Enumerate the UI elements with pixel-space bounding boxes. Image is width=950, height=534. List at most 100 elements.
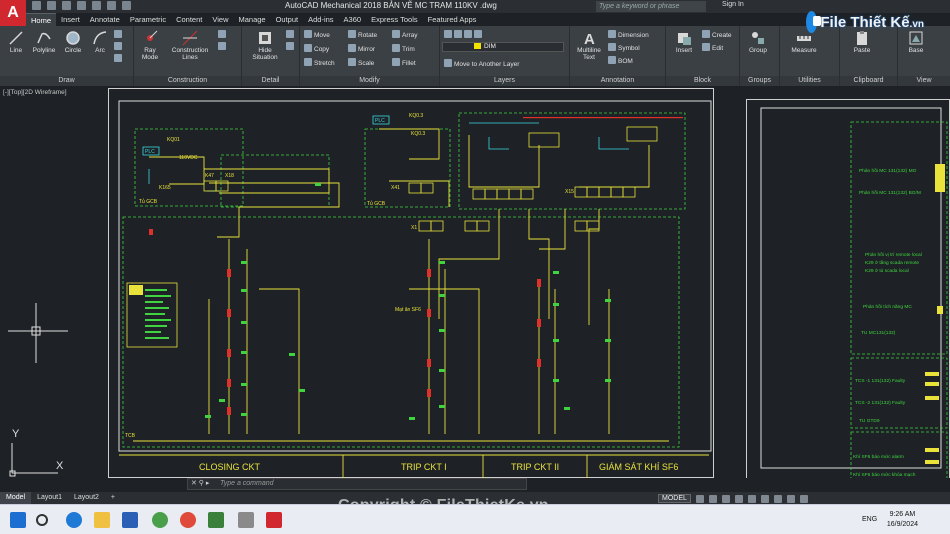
grid-icon[interactable] [695, 494, 704, 503]
bom-button[interactable]: BOM [608, 56, 633, 66]
lineweight-icon[interactable] [760, 494, 769, 503]
tab-home[interactable]: Home [26, 13, 57, 26]
annotation-scale-icon[interactable] [773, 494, 782, 503]
tab-insert[interactable]: Insert [56, 13, 85, 26]
tab-manage[interactable]: Manage [233, 13, 270, 26]
tab-featured-apps[interactable]: Featured Apps [423, 13, 482, 26]
chrome-icon[interactable] [180, 512, 196, 528]
app-green-icon[interactable] [152, 512, 168, 528]
edge-browser-icon[interactable] [66, 512, 82, 528]
xline-icon[interactable] [218, 30, 228, 40]
command-input[interactable]: Type a command [220, 480, 274, 487]
customize-icon[interactable] [799, 494, 808, 503]
print-icon[interactable] [92, 1, 101, 10]
search-icon[interactable] [36, 514, 48, 526]
undo-icon[interactable] [107, 1, 116, 10]
rectangle-icon[interactable] [114, 30, 124, 40]
create-block-button[interactable]: Create [702, 30, 732, 40]
block-panel-title[interactable]: Block [666, 76, 739, 86]
start-windows-icon[interactable] [10, 512, 26, 528]
draw-panel-title[interactable]: Draw [0, 76, 133, 86]
hide-situation-button[interactable]: Hide Situation [246, 30, 284, 61]
save-icon[interactable] [62, 1, 71, 10]
ray-mode-button[interactable]: Ray Mode [138, 30, 162, 61]
polar-icon[interactable] [734, 494, 743, 503]
construction-panel-title[interactable]: Construction [134, 76, 241, 86]
construction-lines-button[interactable]: Construction Lines [166, 30, 214, 61]
fillet-button[interactable]: Fillet [392, 58, 416, 68]
offset-icon[interactable] [218, 42, 228, 52]
symbol-button[interactable]: Symbol [608, 43, 640, 53]
trim-button[interactable]: Trim [392, 44, 415, 54]
copy-button[interactable]: Copy [304, 44, 329, 54]
groups-panel-title[interactable]: Groups [740, 76, 779, 86]
tab-express-tools[interactable]: Express Tools [366, 13, 423, 26]
rotate-button[interactable]: Rotate [348, 30, 377, 40]
annotation-panel-title[interactable]: Annotation [570, 76, 665, 86]
paint-icon[interactable] [238, 512, 254, 528]
dimension-button[interactable]: Dimension [608, 30, 649, 40]
layers-panel-title[interactable]: Layers [440, 76, 569, 86]
osnap-icon[interactable] [747, 494, 756, 503]
tab-add-ins[interactable]: Add-ins [303, 13, 338, 26]
layer-dropdown[interactable]: DIM [442, 42, 564, 52]
workspace-icon[interactable] [786, 494, 795, 503]
modify-panel-title[interactable]: Modify [300, 76, 439, 86]
array-button[interactable]: Array [392, 30, 418, 40]
group-button[interactable]: Group [744, 30, 772, 54]
command-line[interactable]: ✕ ⚲ ▸ Type a command [187, 478, 527, 490]
photos-icon[interactable] [208, 512, 224, 528]
multiline-text-button[interactable]: A Multiline Text [572, 30, 606, 61]
insert-block-button[interactable]: Insert [670, 30, 698, 54]
detail-tool-icon[interactable] [286, 30, 296, 40]
tab-layout2[interactable]: Layout2 [68, 492, 105, 504]
edit-block-button[interactable]: Edit [702, 43, 723, 53]
move-to-layer-button[interactable]: Move to Another Layer [444, 59, 519, 69]
line-button[interactable]: Line [4, 30, 28, 54]
tab-output[interactable]: Output [271, 13, 304, 26]
autocad-taskbar-icon[interactable] [266, 512, 282, 528]
arc-icon [93, 31, 107, 45]
search-input[interactable]: Type a keyword or phrase [596, 1, 706, 12]
new-icon[interactable] [32, 1, 41, 10]
clipboard-panel-title[interactable]: Clipboard [840, 76, 897, 86]
tab-annotate[interactable]: Annotate [85, 13, 125, 26]
model-space-toggle[interactable]: MODEL [658, 494, 691, 503]
circle-button[interactable]: Circle [60, 30, 86, 54]
save-as-icon[interactable] [77, 1, 86, 10]
tab-model[interactable]: Model [0, 492, 32, 504]
utilities-panel-title[interactable]: Utilities [780, 76, 839, 86]
add-layout-icon[interactable]: + [105, 492, 121, 504]
tab-content[interactable]: Content [171, 13, 207, 26]
more-draw-icon[interactable] [114, 54, 124, 64]
hatch-icon[interactable] [114, 42, 124, 52]
system-clock[interactable]: 9:26 AM 16/9/2024 [887, 510, 918, 530]
layer-properties-icon[interactable] [444, 30, 484, 40]
view-panel-title[interactable]: View [898, 76, 950, 86]
tab-a360[interactable]: A360 [339, 13, 367, 26]
arc-button[interactable]: Arc [88, 30, 112, 54]
ortho-icon[interactable] [721, 494, 730, 503]
stretch-button[interactable]: Stretch [304, 58, 335, 68]
polyline-button[interactable]: Polyline [28, 30, 60, 54]
sign-in-link[interactable]: Sign In [722, 1, 744, 8]
drawing-canvas[interactable]: [-][Top][2D Wireframe] PLC PLC KQ01 KQ0.… [0, 87, 950, 478]
move-button[interactable]: Move [304, 30, 330, 40]
viewport-label[interactable]: [-][Top][2D Wireframe] [3, 89, 67, 96]
word-icon[interactable] [122, 512, 138, 528]
file-explorer-icon[interactable] [94, 512, 110, 528]
snap-icon[interactable] [708, 494, 717, 503]
mirror-button[interactable]: Mirror [348, 44, 375, 54]
autocad-logo-icon[interactable]: A [0, 0, 26, 26]
redo-icon[interactable] [122, 1, 131, 10]
scale-button[interactable]: Scale [348, 58, 374, 68]
tab-parametric[interactable]: Parametric [125, 13, 171, 26]
command-close-icon[interactable]: ✕ ⚲ ▸ [188, 479, 218, 489]
language-indicator[interactable]: ENG [862, 516, 877, 523]
tab-layout1[interactable]: Layout1 [31, 492, 68, 504]
open-icon[interactable] [47, 1, 56, 10]
tab-view[interactable]: View [207, 13, 233, 26]
svg-text:A: A [584, 31, 595, 46]
detail-tool2-icon[interactable] [286, 42, 296, 52]
detail-panel-title[interactable]: Detail [242, 76, 299, 86]
